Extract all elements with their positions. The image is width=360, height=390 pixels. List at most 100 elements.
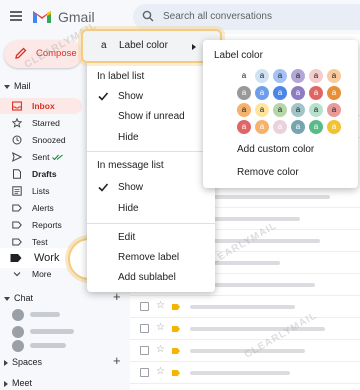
sidebar-item-reports[interactable]: Reports — [0, 217, 82, 233]
checkbox[interactable] — [140, 346, 149, 355]
color-swatch[interactable]: a — [327, 86, 341, 100]
sidebar-item-label: Inbox — [32, 101, 55, 111]
double-check-icon — [52, 154, 63, 161]
sidebar-item-starred[interactable]: Starred — [0, 115, 82, 131]
divider — [87, 223, 215, 224]
check-icon — [98, 92, 109, 101]
color-swatch[interactable]: a — [273, 103, 287, 117]
checkbox[interactable] — [140, 302, 149, 311]
color-swatch[interactable]: a — [291, 86, 305, 100]
sidebar-item-label: Starred — [32, 118, 60, 128]
color-swatch[interactable]: a — [291, 69, 305, 83]
menu-item-add-sublabel[interactable]: Add sublabel — [87, 268, 215, 288]
gmail-logo-icon — [33, 11, 51, 23]
label-icon — [10, 254, 22, 262]
sidebar-item-alerts[interactable]: Alerts — [0, 200, 82, 216]
star-icon[interactable]: ☆ — [156, 322, 165, 333]
sidebar-item-label: More — [32, 269, 52, 279]
draft-icon — [13, 169, 21, 179]
sidebar-item-label: Reports — [32, 220, 62, 230]
menu-item-message-hide[interactable]: Hide — [87, 199, 215, 219]
important-icon[interactable] — [172, 370, 180, 376]
spaces-section-header[interactable]: Spaces — [4, 357, 42, 367]
label-color-glyph: a — [101, 40, 107, 51]
color-swatch[interactable]: a — [327, 120, 341, 134]
sidebar-item-label: Work — [34, 252, 60, 264]
submenu-arrow-icon — [192, 44, 196, 50]
sidebar-item-snoozed[interactable]: Snoozed — [0, 132, 82, 148]
new-space-plus-icon[interactable]: + — [113, 353, 121, 368]
chat-contact[interactable] — [30, 312, 60, 317]
color-swatch[interactable]: a — [237, 120, 251, 134]
label-context-menu: In label list Show Show if unread Hide I… — [87, 34, 215, 292]
color-swatch[interactable]: a — [327, 69, 341, 83]
color-swatch[interactable]: a — [309, 69, 323, 83]
color-swatch[interactable]: a — [255, 86, 269, 100]
color-swatch[interactable]: a — [255, 69, 269, 83]
meet-section-header[interactable]: Meet — [4, 378, 32, 388]
submenu-title: Label color — [214, 50, 263, 61]
label-icon — [12, 204, 22, 212]
table-row[interactable]: ☆ — [130, 296, 360, 318]
avatar — [12, 340, 24, 352]
sidebar-item-label: Sent — [32, 152, 50, 162]
sidebar-item-sent[interactable]: Sent — [0, 149, 82, 165]
sidebar-item-drafts[interactable]: Drafts — [0, 166, 82, 182]
menu-item-hide[interactable]: Hide — [87, 128, 215, 148]
color-swatch[interactable]: a — [273, 120, 287, 134]
star-icon[interactable]: ☆ — [156, 366, 165, 377]
check-icon — [98, 183, 109, 192]
avatar — [12, 326, 24, 338]
important-icon[interactable] — [172, 326, 180, 332]
chevron-down-icon — [13, 272, 21, 277]
search-icon[interactable] — [142, 10, 154, 22]
color-swatch[interactable]: a — [237, 69, 251, 83]
sidebar-item-lists[interactable]: Lists — [0, 183, 82, 199]
search-input[interactable]: Search all conversations — [163, 11, 272, 22]
color-swatch[interactable]: a — [255, 120, 269, 134]
inbox-icon — [12, 101, 22, 111]
color-swatch[interactable]: a — [237, 103, 251, 117]
mail-section-header[interactable]: Mail — [4, 81, 31, 91]
color-swatch[interactable]: a — [327, 103, 341, 117]
color-swatch[interactable]: a — [237, 86, 251, 100]
color-swatch[interactable]: a — [255, 103, 269, 117]
add-custom-color-button[interactable]: Add custom color — [237, 144, 314, 155]
color-swatch[interactable]: a — [273, 69, 287, 83]
menu-item-message-show[interactable]: Show — [87, 178, 215, 198]
checkbox[interactable] — [140, 368, 149, 377]
chat-section-header[interactable]: Chat — [4, 293, 33, 303]
checkbox[interactable] — [140, 324, 149, 333]
label-icon — [12, 221, 22, 229]
chat-contact[interactable] — [30, 329, 74, 334]
menu-item-label-color[interactable]: a Label color — [81, 29, 222, 63]
caret-right-icon — [4, 359, 8, 366]
color-swatch[interactable]: a — [309, 86, 323, 100]
sidebar-item-inbox[interactable]: Inbox — [0, 98, 82, 114]
table-row[interactable]: ☆ — [130, 362, 360, 384]
color-swatch[interactable]: a — [291, 103, 305, 117]
important-icon[interactable] — [172, 304, 180, 310]
menu-item-show-if-unread[interactable]: Show if unread — [87, 107, 215, 127]
caret-down-icon — [4, 84, 10, 89]
search-bar[interactable]: Search all conversations — [133, 4, 360, 30]
color-swatch[interactable]: a — [291, 120, 305, 134]
menu-item-edit[interactable]: Edit — [87, 228, 215, 248]
remove-color-button[interactable]: Remove color — [237, 167, 299, 178]
color-swatch[interactable]: a — [309, 120, 323, 134]
table-row[interactable]: ☆ — [130, 318, 360, 340]
star-icon[interactable]: ☆ — [156, 300, 165, 311]
sidebar-item-more[interactable]: More — [0, 266, 82, 282]
sidebar-item-label: Alerts — [32, 203, 54, 213]
label-icon — [12, 238, 22, 246]
clock-icon — [12, 135, 22, 145]
main-menu-icon[interactable] — [10, 11, 22, 21]
sidebar-item-label: Test — [32, 237, 48, 247]
color-swatch[interactable]: a — [273, 86, 287, 100]
menu-item-remove-label[interactable]: Remove label — [87, 248, 215, 268]
star-icon[interactable]: ☆ — [156, 344, 165, 355]
color-swatch[interactable]: a — [309, 103, 323, 117]
important-icon[interactable] — [172, 348, 180, 354]
menu-item-show[interactable]: Show — [87, 87, 215, 107]
chat-contact[interactable] — [30, 343, 66, 348]
